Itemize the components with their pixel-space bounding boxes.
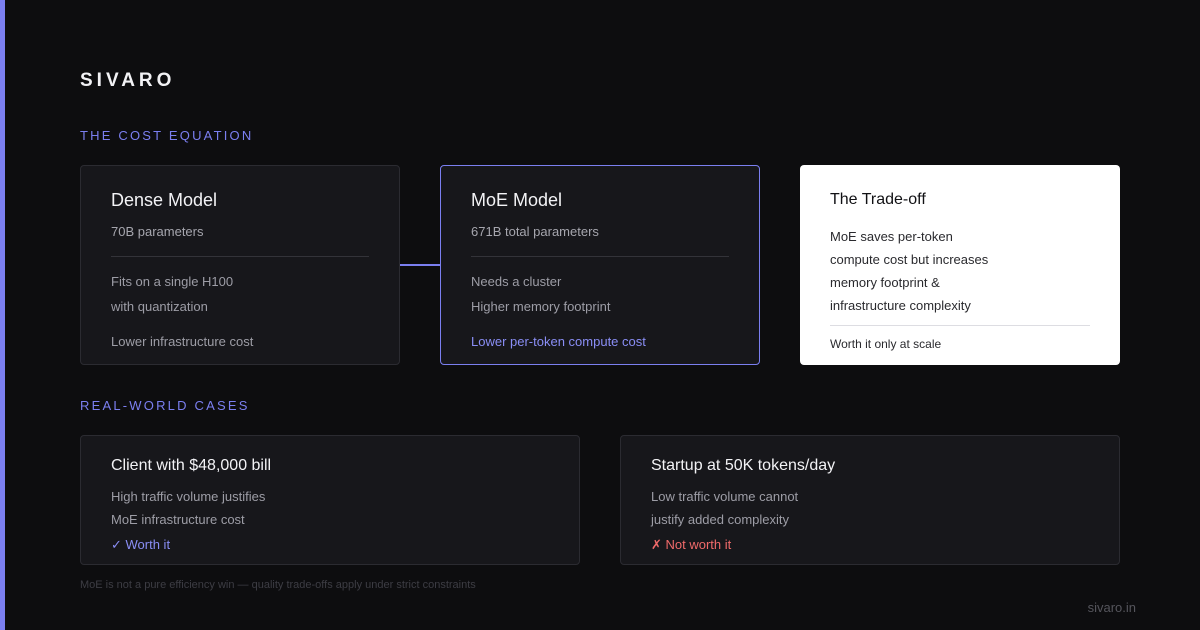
tradeoff-verdict: Worth it only at scale bbox=[830, 337, 942, 351]
case-startup-verdict: ✗ Not worth it bbox=[651, 537, 732, 552]
brand-logo: SIVARO bbox=[80, 70, 176, 91]
tradeoff-divider bbox=[830, 325, 1090, 326]
dense-model-line3: Lower infrastructure cost bbox=[111, 334, 254, 349]
case-card-startup: Startup at 50K tokens/day Low traffic vo… bbox=[620, 435, 1120, 565]
case-card-client: Client with $48,000 bill High traffic vo… bbox=[80, 435, 580, 565]
case-client-title: Client with $48,000 bill bbox=[111, 457, 272, 474]
footnote: MoE is not a pure efficiency win — quali… bbox=[80, 579, 476, 591]
moe-model-card: MoE Model 671B total parameters Needs a … bbox=[440, 165, 760, 365]
case-startup-line2: justify added complexity bbox=[651, 512, 790, 527]
moe-model-line2: Higher memory footprint bbox=[471, 299, 611, 314]
case-client-line1: High traffic volume justifies bbox=[111, 489, 266, 504]
case-startup-line1: Low traffic volume cannot bbox=[651, 489, 799, 504]
tradeoff-title: The Trade-off bbox=[830, 191, 926, 208]
tradeoff-line1: MoE saves per-token bbox=[830, 229, 953, 244]
left-accent-bar bbox=[0, 0, 5, 630]
moe-model-divider bbox=[471, 256, 729, 257]
moe-model-params: 671B total parameters bbox=[471, 224, 599, 239]
case-startup-title: Startup at 50K tokens/day bbox=[651, 457, 836, 474]
section-label-cost-equation: THE COST EQUATION bbox=[80, 128, 254, 143]
tradeoff-card: The Trade-off MoE saves per-token comput… bbox=[800, 165, 1120, 365]
moe-model-line1: Needs a cluster bbox=[471, 274, 562, 289]
section-label-real-world: REAL-WORLD CASES bbox=[80, 398, 250, 413]
dense-model-params: 70B parameters bbox=[111, 224, 204, 239]
dense-model-line2: with quantization bbox=[111, 299, 208, 314]
dense-model-line1: Fits on a single H100 bbox=[111, 274, 234, 289]
tradeoff-line2: compute cost but increases bbox=[830, 252, 989, 267]
site-url: sivaro.in bbox=[1087, 600, 1136, 615]
arrow-connector bbox=[400, 264, 444, 266]
dense-model-card: Dense Model 70B parameters Fits on a sin… bbox=[80, 165, 400, 365]
case-client-line2: MoE infrastructure cost bbox=[111, 512, 245, 527]
moe-model-line3: Lower per-token compute cost bbox=[471, 334, 646, 349]
dense-model-title: Dense Model bbox=[111, 190, 218, 210]
dense-model-divider bbox=[111, 256, 369, 257]
case-client-verdict: ✓ Worth it bbox=[111, 537, 171, 552]
tradeoff-line3: memory footprint & bbox=[830, 275, 940, 290]
moe-model-title: MoE Model bbox=[471, 190, 563, 210]
tradeoff-line4: infrastructure complexity bbox=[830, 298, 971, 313]
